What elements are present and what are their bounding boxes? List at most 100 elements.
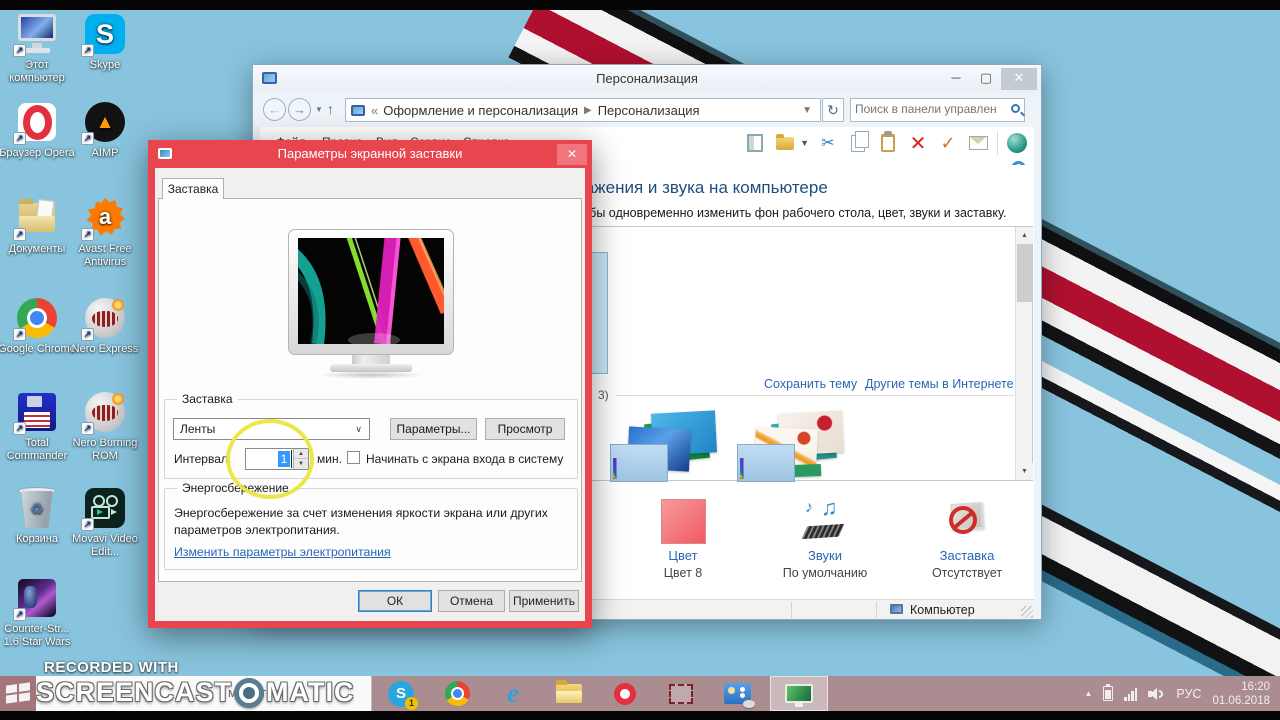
taskbar-display-settings[interactable] bbox=[710, 676, 764, 711]
logon-checkbox-label[interactable]: Начинать с экрана входа в систему bbox=[366, 452, 563, 466]
desktop-icon-skype[interactable]: ↗ Skype bbox=[66, 12, 144, 72]
battery-icon[interactable] bbox=[1103, 684, 1114, 701]
forward-button[interactable]: → bbox=[288, 98, 311, 121]
ok-button[interactable]: ОК bbox=[358, 590, 432, 612]
taskbar-personalization-active[interactable] bbox=[770, 676, 828, 711]
desktop: ↗ Этот компьютер ↗ Skype ↗ Браузер Opera… bbox=[0, 0, 1280, 720]
shortcut-arrow-icon: ↗ bbox=[81, 132, 94, 145]
taskbar-snipping-tool[interactable] bbox=[654, 676, 708, 711]
dialog-close-button[interactable]: ✕ bbox=[557, 144, 587, 165]
resize-grip[interactable] bbox=[1021, 606, 1033, 618]
new-folder-icon[interactable] bbox=[774, 131, 796, 155]
preview-pane-icon[interactable] bbox=[744, 131, 766, 155]
mail-icon[interactable] bbox=[967, 131, 989, 155]
close-button[interactable]: ✕ bbox=[1001, 68, 1037, 90]
search-box[interactable] bbox=[850, 98, 1025, 122]
taskbar-chrome[interactable] bbox=[430, 676, 484, 711]
taskbar-opera[interactable] bbox=[598, 676, 652, 711]
volume-icon[interactable] bbox=[1148, 687, 1165, 701]
recycle-bin-icon bbox=[15, 486, 59, 530]
apply-button[interactable]: Применить bbox=[509, 590, 579, 612]
settings-button[interactable]: Параметры... bbox=[390, 418, 477, 440]
breadcrumb-current[interactable]: Персонализация bbox=[598, 103, 700, 118]
open-window-taskbar-button[interactable]: мпьютере bbox=[36, 676, 372, 711]
taskbar-file-explorer[interactable] bbox=[542, 676, 596, 711]
hidden-icons-chevron[interactable]: ▲ bbox=[1084, 689, 1092, 698]
address-bar[interactable]: « Оформление и персонализация ▶ Персонал… bbox=[345, 98, 821, 122]
desktop-icon-opera[interactable]: ↗ Браузер Opera bbox=[0, 100, 76, 160]
cancel-button[interactable]: Отмена bbox=[438, 590, 505, 612]
breadcrumb-root[interactable]: Оформление и персонализация bbox=[383, 103, 578, 118]
search-icon[interactable] bbox=[1011, 104, 1020, 113]
spin-up-icon[interactable]: ▲ bbox=[294, 449, 308, 459]
up-button[interactable]: ↑ bbox=[327, 101, 334, 117]
window-titlebar[interactable]: Персонализация ─ ▢ ✕ bbox=[253, 65, 1041, 93]
color-swatch-icon bbox=[660, 499, 706, 544]
start-button[interactable] bbox=[0, 676, 36, 711]
language-indicator[interactable]: РУС bbox=[1176, 687, 1201, 701]
desktop-icon-movavi[interactable]: ↗ Movavi Video Edit... bbox=[66, 486, 144, 559]
more-themes-link[interactable]: Другие темы в Интернете bbox=[865, 377, 1014, 391]
spin-down-icon[interactable]: ▼ bbox=[294, 459, 308, 469]
icon-label: AIMP bbox=[91, 147, 119, 159]
screensaver-dropdown[interactable]: Ленты ∨ bbox=[173, 418, 370, 440]
tab-screensaver[interactable]: Заставка bbox=[162, 178, 224, 199]
clock[interactable]: 16:20 01.06.2018 bbox=[1212, 680, 1270, 708]
paste-icon[interactable] bbox=[877, 131, 899, 155]
color-item[interactable]: Цвет Цвет 8 bbox=[618, 499, 748, 579]
screensaver-group: Заставка Ленты ∨ Параметры... Просмотр И… bbox=[164, 392, 578, 479]
theme-thumbnail bbox=[737, 444, 795, 482]
delete-icon[interactable]: ✕ bbox=[907, 131, 929, 155]
theme-list-scrollbar[interactable]: ▲ ▼ bbox=[1015, 227, 1033, 480]
interval-spinner[interactable]: 1 ▲ ▼ bbox=[245, 448, 309, 470]
theme-section-label: 3) bbox=[598, 388, 609, 402]
copy-icon[interactable] bbox=[847, 130, 869, 155]
breadcrumb-prefix: « bbox=[371, 102, 379, 118]
desktop-icon-aimp[interactable]: ↗ AIMP bbox=[66, 100, 144, 160]
desktop-icon-recycle-bin[interactable]: Корзина bbox=[0, 486, 76, 546]
interval-value[interactable]: 1 bbox=[278, 451, 290, 467]
desktop-icon-documents[interactable]: ↗ Документы bbox=[0, 196, 76, 256]
preview-button[interactable]: Просмотр bbox=[485, 418, 565, 440]
maximize-button[interactable]: ▢ bbox=[971, 68, 1001, 90]
dialog-titlebar[interactable]: Параметры экранной заставки bbox=[148, 140, 592, 168]
theme-flowers[interactable] bbox=[737, 410, 857, 483]
toolbar-chevron-icon[interactable]: ▼ bbox=[800, 138, 809, 148]
group-legend: Энергосбережение bbox=[177, 481, 294, 495]
taskbar-internet-explorer[interactable]: e bbox=[486, 676, 540, 711]
scroll-up-icon[interactable]: ▲ bbox=[1016, 227, 1033, 244]
item-title[interactable]: Заставка bbox=[902, 548, 1032, 563]
desktop-icon-avast[interactable]: ↗ Avast Free Antivirus bbox=[66, 196, 144, 269]
interval-label: Интервал: bbox=[174, 452, 232, 466]
power-settings-link[interactable]: Изменить параметры электропитания bbox=[174, 545, 391, 559]
spinner-buttons[interactable]: ▲ ▼ bbox=[293, 449, 308, 469]
letterbox-top bbox=[0, 0, 1280, 10]
scrollbar-thumb[interactable] bbox=[1017, 244, 1032, 302]
logon-checkbox[interactable] bbox=[347, 451, 360, 464]
monitor-shadow bbox=[317, 371, 425, 379]
item-title[interactable]: Звуки bbox=[760, 548, 890, 563]
taskbar-skype[interactable]: S1 bbox=[374, 676, 428, 711]
search-input[interactable] bbox=[851, 99, 1001, 119]
screensaver-item[interactable]: Заставка Отсутствует bbox=[902, 499, 1032, 579]
theme-windows[interactable] bbox=[610, 410, 730, 483]
cut-icon[interactable]: ✂ bbox=[817, 131, 839, 155]
screensaver-icon bbox=[939, 499, 995, 544]
globe-icon[interactable] bbox=[1006, 131, 1028, 155]
scroll-down-icon[interactable]: ▼ bbox=[1016, 463, 1033, 480]
sounds-item[interactable]: ♪ ♫ Звуки По умолчанию bbox=[760, 495, 890, 579]
minimize-button[interactable]: ─ bbox=[941, 68, 971, 90]
desktop-icon-this-pc[interactable]: ↗ Этот компьютер bbox=[0, 12, 76, 85]
item-title[interactable]: Цвет bbox=[618, 548, 748, 563]
network-signal-icon[interactable] bbox=[1124, 687, 1138, 701]
refresh-button[interactable]: ↻ bbox=[822, 98, 844, 122]
desktop-icon-nero-express[interactable]: ↗ Nero Express bbox=[64, 296, 146, 356]
check-icon[interactable]: ✓ bbox=[937, 131, 959, 155]
back-button[interactable]: ← bbox=[263, 98, 286, 121]
desktop-icon-nero-burning-rom[interactable]: ↗ Nero Burning ROM bbox=[64, 390, 146, 463]
address-dropdown-icon[interactable]: ▼ bbox=[802, 105, 820, 116]
personalization-icon bbox=[785, 684, 813, 707]
desktop-icon-counter-strike[interactable]: ↗ Counter-Str... 1.6 Star Wars bbox=[0, 576, 76, 649]
recent-pages-chevron-icon[interactable]: ▼ bbox=[315, 105, 323, 114]
save-theme-link[interactable]: Сохранить тему bbox=[764, 377, 857, 391]
